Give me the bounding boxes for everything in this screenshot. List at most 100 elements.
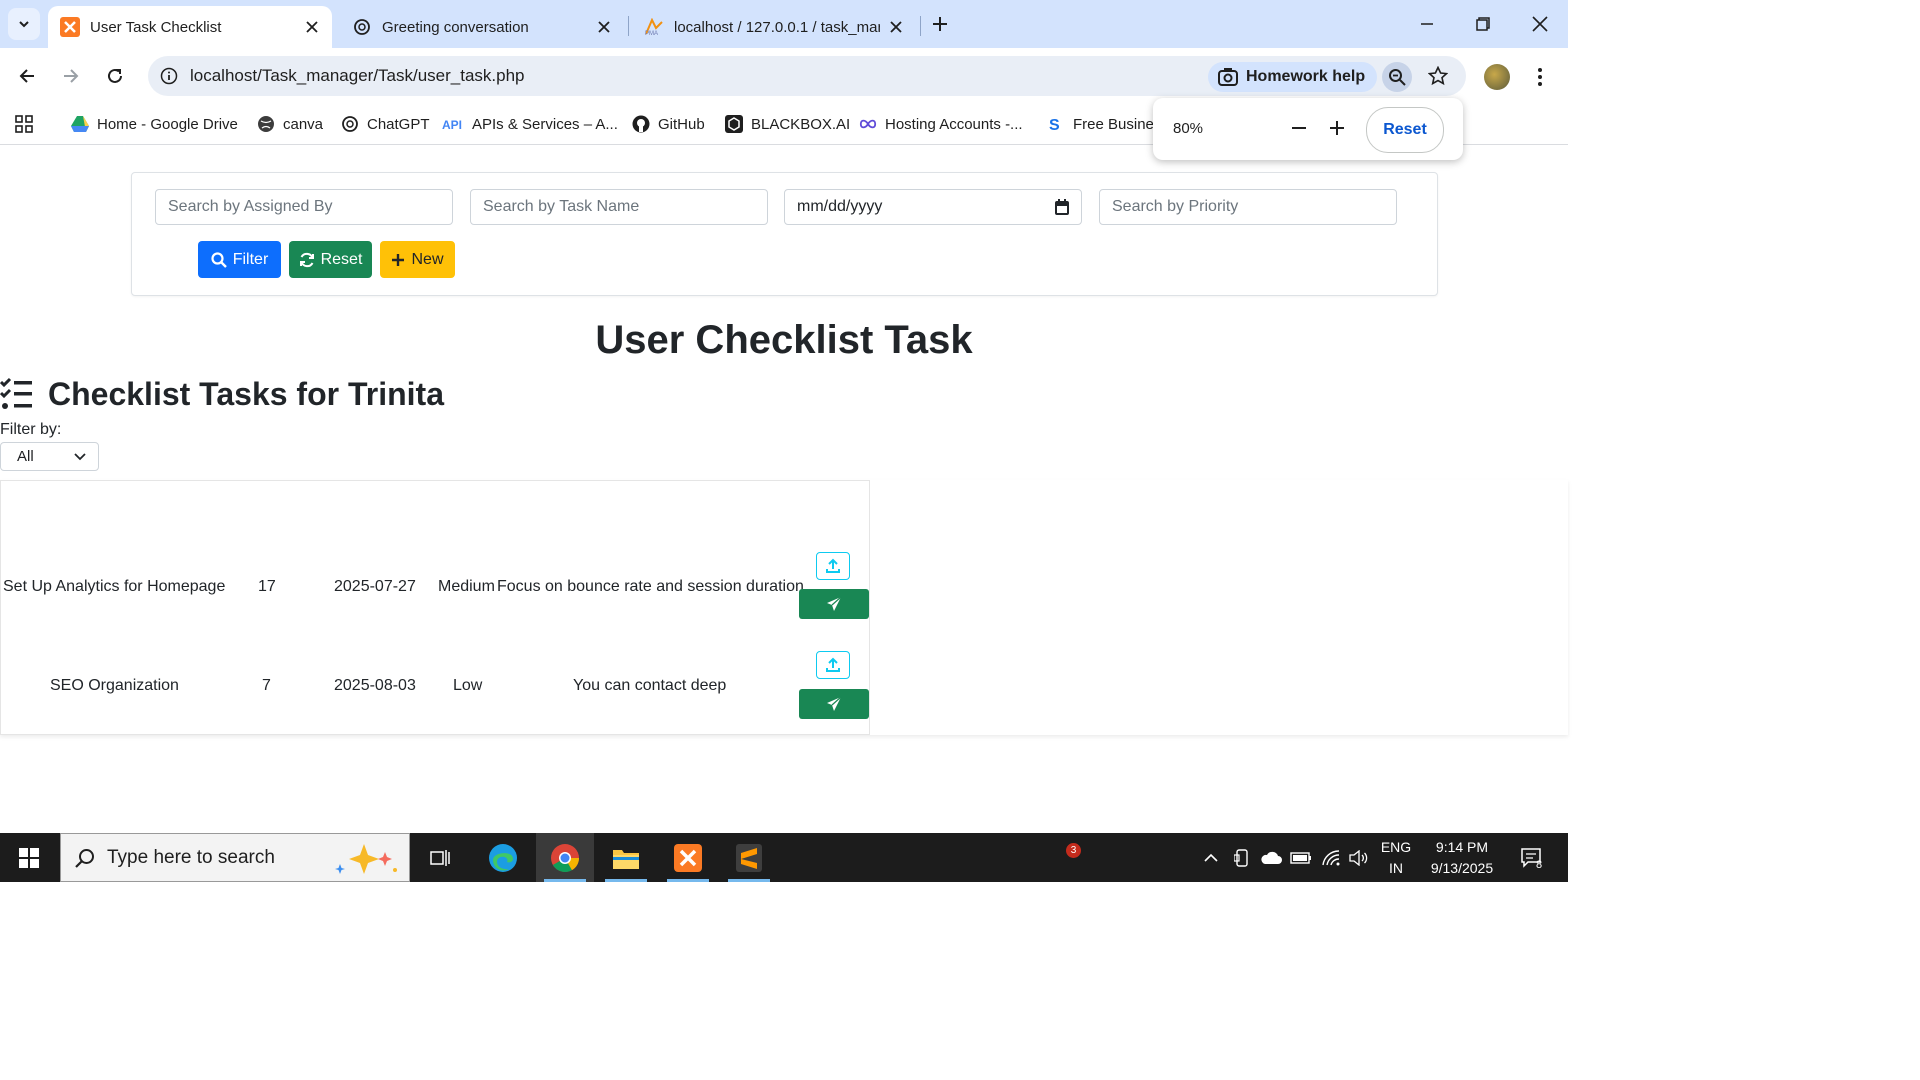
bookmark-github[interactable]: GitHub	[632, 113, 705, 135]
language-indicator[interactable]: ENG IN	[1376, 833, 1416, 882]
new-task-button[interactable]: New	[380, 241, 455, 278]
svg-text:S: S	[1049, 117, 1060, 133]
bookmark-label: GitHub	[658, 115, 705, 133]
meet-now-button[interactable]	[1230, 833, 1254, 882]
battery-button[interactable]	[1288, 833, 1314, 882]
edge-app[interactable]	[474, 833, 532, 882]
github-icon	[632, 115, 650, 133]
profile-avatar[interactable]	[1484, 64, 1510, 90]
homework-help-label: Homework help	[1246, 68, 1366, 85]
taskbar-search[interactable]: Type here to search	[60, 833, 410, 882]
bookmark-label: Free Busines	[1073, 115, 1162, 133]
new-tab-button[interactable]	[928, 12, 952, 36]
task-date-cell: 2025-08-03	[334, 677, 416, 694]
bookmark-label: canva	[283, 115, 324, 133]
minus-icon	[1292, 127, 1306, 129]
apps-button[interactable]	[14, 113, 34, 135]
zoom-indicator-button[interactable]	[1382, 62, 1412, 92]
priority-search-input[interactable]	[1099, 189, 1397, 225]
arrow-right-icon	[64, 69, 79, 83]
forward-button[interactable]	[57, 62, 85, 90]
assigned-by-search-input[interactable]	[155, 189, 453, 225]
chrome-app[interactable]	[536, 833, 594, 882]
volume-button[interactable]	[1346, 833, 1372, 882]
show-hidden-icons-button[interactable]	[1200, 833, 1222, 882]
reset-button[interactable]: Reset	[289, 241, 372, 278]
plus-icon	[1330, 121, 1344, 135]
bookmark-label: Hosting Accounts -...	[885, 115, 1023, 133]
bookmark-hosting-accounts[interactable]: Hosting Accounts -...	[859, 113, 1023, 135]
minimize-button[interactable]	[1413, 10, 1441, 38]
speaker-icon	[1349, 849, 1368, 866]
bookmark-apis-services[interactable]: API APIs & Services – A...	[442, 113, 618, 135]
close-tab-icon[interactable]	[886, 17, 906, 37]
clock[interactable]: 9:14 PM 9/13/2025	[1420, 833, 1504, 882]
chevron-down-icon	[19, 21, 29, 28]
onedrive-button[interactable]	[1258, 833, 1284, 882]
running-indicator	[605, 879, 647, 882]
upload-button[interactable]	[816, 552, 850, 580]
xampp-app[interactable]	[659, 833, 717, 882]
restore-button[interactable]	[1469, 10, 1497, 38]
bookmark-free-business[interactable]: S Free Busines	[1047, 113, 1161, 135]
bookmark-blackbox[interactable]: BLACKBOX.AI	[725, 113, 850, 135]
file-explorer-app[interactable]	[597, 833, 655, 882]
filter-by-select[interactable]: All	[0, 442, 99, 471]
calendar-icon[interactable]	[1055, 199, 1069, 215]
windows-taskbar: Type here to search 3 ENG IN 9:14 PM 9/1…	[0, 833, 1568, 882]
task-priority-cell: Medium	[438, 578, 495, 595]
blackbox-icon	[725, 115, 743, 133]
tab-strip: User Task Checklist Greeting conversatio…	[0, 0, 1568, 48]
windows-logo-icon	[19, 847, 39, 868]
bookmark-chatgpt[interactable]: ChatGPT	[341, 113, 430, 135]
api-icon: API	[442, 115, 464, 133]
browser-toolbar: localhost/Task_manager/Task/user_task.ph…	[0, 48, 1568, 104]
language-code: ENG	[1380, 838, 1412, 855]
sublime-text-app[interactable]	[720, 833, 778, 882]
send-button[interactable]	[799, 689, 869, 719]
bookmark-star-button[interactable]	[1424, 62, 1452, 90]
site-info-icon[interactable]	[160, 67, 178, 85]
zoom-level: 80%	[1173, 120, 1204, 137]
cloud-icon	[1261, 851, 1282, 864]
task-name-search-input[interactable]	[470, 189, 768, 225]
filter-button[interactable]: Filter	[198, 241, 281, 278]
star-icon	[1428, 66, 1448, 86]
close-tab-icon[interactable]	[302, 17, 322, 37]
tab-divider	[628, 16, 629, 36]
reload-button[interactable]	[101, 62, 129, 90]
back-button[interactable]	[13, 62, 41, 90]
task-table-container: Set Up Analytics for Homepage 17 2025-07…	[0, 480, 1568, 735]
send-button[interactable]	[799, 589, 869, 619]
bookmark-canva[interactable]: canva	[257, 113, 323, 135]
folder-icon	[613, 849, 639, 869]
wifi-button[interactable]	[1318, 833, 1344, 882]
device-icon	[1234, 848, 1248, 867]
zoom-out-button[interactable]	[1287, 116, 1311, 140]
close-tab-icon[interactable]	[594, 17, 614, 37]
filter-by-label: Filter by:	[0, 421, 62, 438]
checklist-icon	[0, 377, 32, 409]
wifi-icon	[1322, 849, 1340, 865]
task-view-button[interactable]	[412, 833, 470, 882]
zoom-popup: 80% Reset	[1153, 98, 1463, 160]
tab-search-button[interactable]	[8, 8, 40, 40]
action-center-button[interactable]: 8	[1512, 833, 1552, 882]
tab-greeting-conversation[interactable]: Greeting conversation	[340, 6, 624, 48]
taskbar-search-placeholder: Type here to search	[107, 846, 275, 868]
phpmyadmin-favicon-icon: PMA	[644, 17, 664, 37]
date-input[interactable]: mm/dd/yyyy	[784, 189, 1082, 225]
upload-button[interactable]	[816, 651, 850, 679]
bookmark-google-drive[interactable]: Home - Google Drive	[71, 113, 238, 135]
region-code: IN	[1389, 859, 1403, 876]
homework-help-chip[interactable]: Homework help	[1208, 62, 1378, 92]
url-text[interactable]: localhost/Task_manager/Task/user_task.ph…	[190, 66, 525, 86]
zoom-in-button[interactable]	[1325, 116, 1349, 140]
task-date-cell: 2025-07-27	[334, 578, 416, 595]
tab-phpmyadmin[interactable]: PMA localhost / 127.0.0.1 / task_man	[632, 6, 916, 48]
start-button[interactable]	[0, 833, 58, 882]
close-window-button[interactable]	[1526, 10, 1554, 38]
tab-user-task-checklist[interactable]: User Task Checklist	[48, 6, 332, 48]
browser-menu-button[interactable]	[1528, 64, 1552, 90]
zoom-reset-button[interactable]: Reset	[1366, 107, 1444, 153]
